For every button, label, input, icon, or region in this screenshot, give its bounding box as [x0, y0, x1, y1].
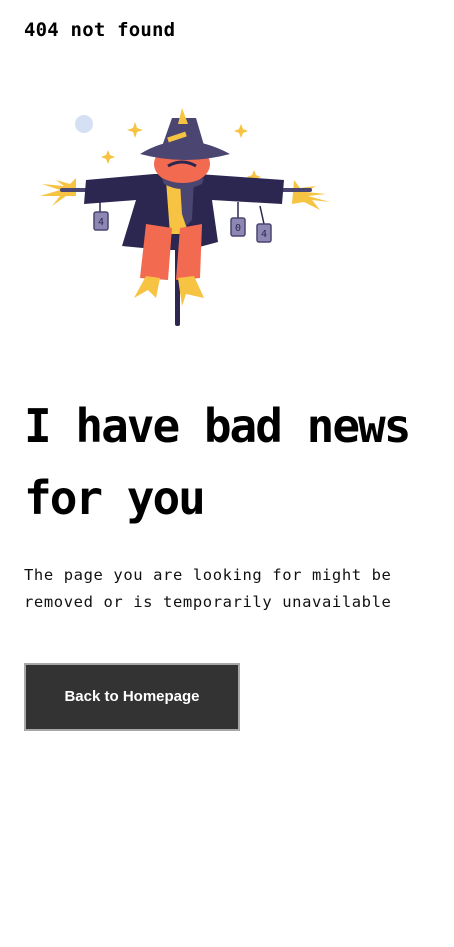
- hat-straw: [178, 108, 188, 124]
- page-message: The page you are looking for might be re…: [24, 566, 392, 611]
- can-label-2: 0: [235, 223, 241, 234]
- page-status-label: 404 not found: [24, 19, 176, 41]
- scarecrow-illustration: 4 0 4: [36, 100, 332, 330]
- can-label-3: 4: [261, 229, 267, 240]
- back-to-homepage-button[interactable]: Back to Homepage: [24, 663, 240, 731]
- right-straw: [292, 180, 330, 210]
- right-leg: [176, 224, 202, 280]
- hanging-can-4-left: 4: [93, 200, 109, 231]
- not-found-page: 404 not found 4 0 4 I have bad news for …: [0, 0, 454, 947]
- left-foot-straw: [134, 276, 160, 298]
- can-label-1: 4: [98, 217, 104, 228]
- right-foot-straw: [178, 276, 204, 306]
- scarecrow-svg: 4 0 4: [40, 108, 330, 326]
- hanging-can-0: 0: [230, 202, 246, 237]
- hanging-can-4-right: 4: [256, 205, 272, 243]
- page-headline: I have bad news for you: [24, 399, 411, 525]
- moon-icon: [75, 115, 93, 133]
